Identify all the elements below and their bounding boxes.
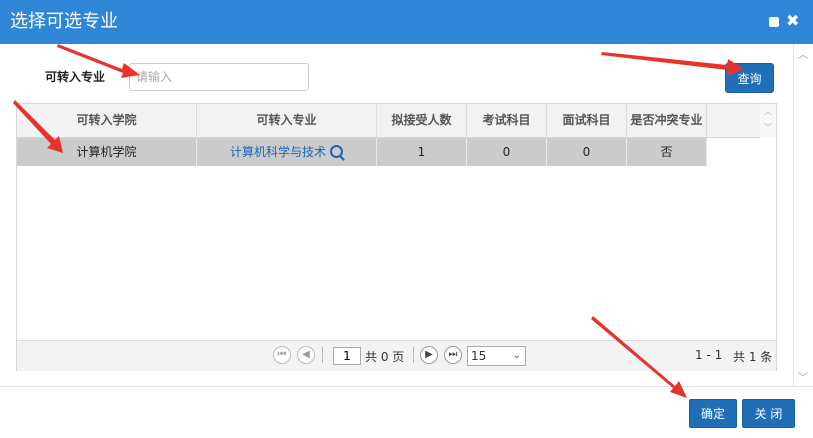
confirm-button[interactable]: 确定 bbox=[689, 399, 737, 428]
column-header-conflict[interactable]: 是否冲突专业 bbox=[627, 104, 707, 137]
cell-exam-subjects: 0 bbox=[467, 138, 547, 166]
search-label: 可转入专业 bbox=[45, 70, 106, 84]
column-header-exam-subjects[interactable]: 考试科目 bbox=[467, 104, 547, 137]
major-grid: 可转入学院 可转入专业 拟接受人数 考试科目 面试科目 是否冲突专业 ︿ ﹀ 计… bbox=[16, 103, 777, 371]
first-page-icon[interactable]: ⏮ bbox=[273, 346, 291, 364]
cell-major[interactable]: 计算机科学与技术 bbox=[197, 138, 377, 166]
total-pages-text: 共 0 页 bbox=[365, 350, 405, 364]
footer-divider bbox=[0, 386, 813, 387]
chevron-down-icon: ⌄ bbox=[512, 350, 521, 361]
dialog-titlebar: 选择可选专业 ✖ bbox=[0, 0, 813, 44]
record-range-text: 1 - 1 bbox=[695, 348, 723, 362]
pager-divider bbox=[413, 347, 414, 363]
column-header-major[interactable]: 可转入专业 bbox=[197, 104, 377, 137]
cell-conflict: 否 bbox=[627, 138, 707, 166]
prev-page-icon[interactable]: ◀ bbox=[297, 346, 315, 364]
cell-interview-subjects: 0 bbox=[547, 138, 627, 166]
column-header-quota[interactable]: 拟接受人数 bbox=[377, 104, 467, 137]
close-button[interactable]: 关 闭 bbox=[742, 399, 795, 428]
column-header-college[interactable]: 可转入学院 bbox=[17, 104, 197, 137]
grid-scrollbar[interactable]: ︿ ﹀ bbox=[760, 104, 776, 137]
grid-scroll-up-icon[interactable]: ︿ bbox=[764, 106, 772, 117]
close-icon[interactable]: ✖ bbox=[786, 13, 800, 29]
page-size-value: 15 bbox=[471, 349, 487, 363]
query-button[interactable]: 查询 bbox=[725, 63, 774, 93]
dialog-scrollbar[interactable]: ︿ ﹀ bbox=[793, 44, 812, 386]
column-header-interview-subjects[interactable]: 面试科目 bbox=[547, 104, 627, 137]
grid-header: 可转入学院 可转入专业 拟接受人数 考试科目 面试科目 是否冲突专业 bbox=[17, 104, 760, 138]
magnifier-icon[interactable] bbox=[330, 145, 343, 158]
table-row[interactable]: 计算机学院 计算机科学与技术 1 0 0 否 bbox=[17, 138, 707, 166]
record-total-text: 共 1 条 bbox=[733, 350, 773, 364]
cell-quota: 1 bbox=[377, 138, 467, 166]
major-link[interactable]: 计算机科学与技术 bbox=[230, 145, 326, 159]
scroll-down-icon[interactable]: ﹀ bbox=[798, 369, 808, 384]
dialog-title: 选择可选专业 bbox=[10, 11, 118, 32]
pager-divider bbox=[322, 347, 323, 363]
page-size-select[interactable]: 15 ⌄ bbox=[467, 346, 526, 366]
maximize-icon[interactable] bbox=[769, 17, 779, 27]
page-number-input[interactable] bbox=[333, 347, 361, 365]
major-search-input[interactable] bbox=[129, 63, 309, 91]
cell-college: 计算机学院 bbox=[17, 138, 197, 166]
next-page-icon[interactable]: ▶ bbox=[420, 346, 438, 364]
grid-scroll-down-icon[interactable]: ﹀ bbox=[764, 122, 772, 133]
pager: ⏮ ◀ 共 0 页 ▶ ⏭ 15 ⌄ 1 - 1 共 1 条 bbox=[17, 340, 776, 371]
scroll-up-icon[interactable]: ︿ bbox=[798, 46, 808, 61]
last-page-icon[interactable]: ⏭ bbox=[444, 346, 462, 364]
